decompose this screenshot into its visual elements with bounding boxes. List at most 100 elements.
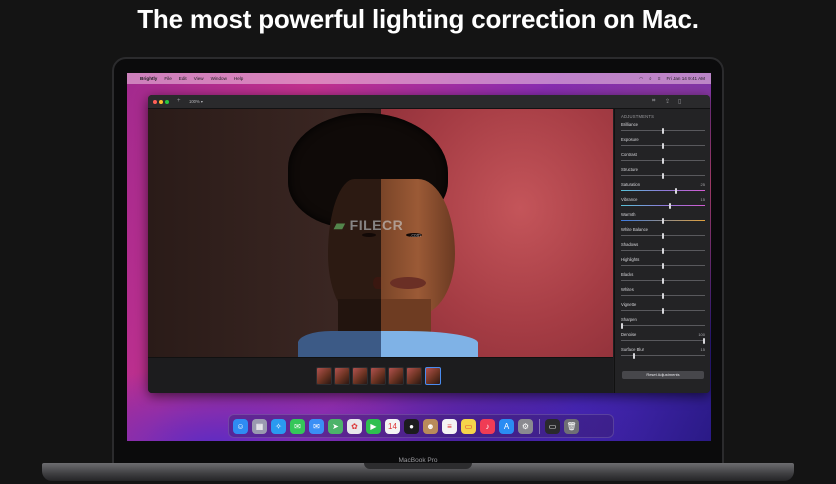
system-preferences-icon[interactable]: ⚙ [518,419,533,434]
slider-handle[interactable] [662,247,664,254]
adjustment-slider[interactable]: Brilliance [621,122,705,137]
menu-help[interactable]: Help [234,76,243,81]
maps-icon[interactable]: ➤ [328,419,343,434]
slider-handle[interactable] [662,292,664,299]
slider-track[interactable] [621,325,705,326]
adjustment-label: Structure [621,167,638,172]
slider-handle[interactable] [633,352,636,359]
portrait-lips-after [390,277,426,289]
adjustment-label: Saturation [621,182,641,187]
adjustment-label: Denoise [621,332,637,337]
adjustment-slider[interactable]: White Balance [621,227,705,242]
control-center-icon[interactable]: ≡ [658,76,661,81]
mail-icon[interactable]: ✉ [309,419,324,434]
portrait-face-before [328,179,381,315]
safari-icon[interactable]: ✧ [271,419,286,434]
slider-handle[interactable] [621,322,623,329]
finder-icon[interactable]: ☺ [233,419,248,434]
adjustment-label: Exposure [621,137,639,142]
filmstrip-thumb[interactable] [388,367,404,385]
share-icon[interactable]: ⇪ [665,98,670,105]
menu-bar: Brightly File Edit View Window Help ◠ ⌕ … [127,73,711,84]
adjustments-panel: ADJUSTMENTS Brilliance Exposure Contrast St… [614,109,710,393]
adjustment-label: Highlights [621,257,640,262]
calendar-icon[interactable]: 14 [385,419,400,434]
zoom-level-dropdown[interactable]: 100% ▾ [189,99,203,104]
launchpad-icon[interactable]: ▦ [252,419,267,434]
slider-track[interactable] [621,190,705,191]
slider-handle[interactable] [703,337,705,344]
adjustment-slider[interactable]: Vibrance 15 [621,197,705,212]
menu-view[interactable]: View [194,76,204,81]
zoom-window-button[interactable] [165,100,169,104]
adjustment-slider[interactable]: Blacks [621,272,705,287]
slider-handle[interactable] [662,157,664,164]
filmstrip-thumb[interactable] [316,367,332,385]
reset-adjustments-button[interactable]: Reset Adjustments [622,371,704,379]
portrait-face-after [381,179,455,315]
slider-handle[interactable] [662,232,664,239]
filmstrip-thumb-selected[interactable] [425,367,441,385]
adjustment-label: Vignette [621,302,637,307]
filmstrip-thumb[interactable] [352,367,368,385]
slider-handle[interactable] [662,277,664,284]
menu-edit[interactable]: Edit [179,76,187,81]
slider-track[interactable] [621,205,705,206]
filmstrip-thumb[interactable] [406,367,422,385]
adjustment-slider[interactable]: Sharpen [621,317,705,332]
notes-icon[interactable]: ▭ [461,419,476,434]
messages-icon[interactable]: ✉ [290,419,305,434]
adjustment-slider[interactable]: Vignette [621,302,705,317]
screen-window-icon[interactable]: ▭ [545,419,560,434]
adjustment-slider[interactable]: Highlights [621,257,705,272]
dock-separator [539,419,540,434]
trash-icon[interactable]: 🗑 [564,419,579,434]
adjustment-slider[interactable]: Saturation 25 [621,182,705,197]
watermark-brand: FILECR [349,217,404,233]
adjustment-slider[interactable]: Shadows [621,242,705,257]
brightly-icon[interactable]: ● [404,419,419,434]
menu-window[interactable]: Window [211,76,227,81]
reminders-icon[interactable]: ≡ [442,419,457,434]
app-store-icon[interactable]: A [499,419,514,434]
minimize-window-button[interactable] [159,100,163,104]
slider-track[interactable] [621,340,705,341]
adjustment-slider[interactable]: Exposure [621,137,705,152]
wifi-icon[interactable]: ◠ [639,76,643,82]
app-window: + 100% ▾ ⌗ ⇪ ▯ ▰ FILECR .com ADJUSTMENTS… [148,95,710,393]
adjustment-slider[interactable]: Surface Blur 15 [621,347,705,362]
slider-handle[interactable] [662,172,664,179]
music-icon[interactable]: ♪ [480,419,495,434]
slider-handle[interactable] [662,262,664,269]
crop-icon[interactable]: ⌗ [652,98,655,105]
menu-clock[interactable]: Fri Jan 14 9:41 AM [666,76,705,81]
search-icon[interactable]: ⌕ [649,76,652,81]
slider-handle[interactable] [675,187,678,194]
slider-handle[interactable] [668,202,671,209]
adjustment-slider[interactable]: Whites [621,287,705,302]
menu-app-name[interactable]: Brightly [140,76,157,81]
device-label: MacBook Pro [398,457,438,464]
adjustment-slider[interactable]: Denoise 100 [621,332,705,347]
adjustment-slider[interactable]: Contrast [621,152,705,167]
sidebar-toggle-icon[interactable]: ▯ [678,98,681,105]
facetime-icon[interactable]: ▶ [366,419,381,434]
adjustment-slider[interactable]: Warmth [621,212,705,227]
filmstrip [148,357,613,393]
photo-canvas[interactable]: ▰ FILECR .com [148,109,613,357]
filmstrip-thumb[interactable] [370,367,386,385]
contacts-icon[interactable]: ☻ [423,419,438,434]
slider-handle[interactable] [662,127,664,134]
close-window-button[interactable] [153,100,157,104]
dock: ☺ ▦ ✧ ✉ ✉ ➤ ✿ ▶ 14 ● ☻ ≡ ▭ ♪ A ⚙ ▭ 🗑 [228,414,614,438]
slider-handle[interactable] [662,142,664,149]
adjustment-value: 100 [698,332,705,337]
zoom-in-icon[interactable]: + [177,98,181,104]
adjustment-slider[interactable]: Structure [621,167,705,182]
filmstrip-thumb[interactable] [334,367,350,385]
menu-file[interactable]: File [164,76,171,81]
adjustment-value: 15 [700,347,705,352]
slider-handle[interactable] [662,307,664,314]
slider-handle[interactable] [662,217,664,224]
photos-icon[interactable]: ✿ [347,419,362,434]
